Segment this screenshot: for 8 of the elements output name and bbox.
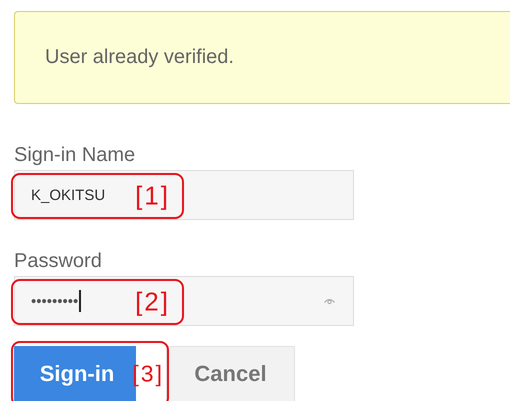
cancel-button[interactable]: Cancel — [166, 346, 295, 401]
annotation-number: [2] — [135, 286, 170, 318]
field-label: Sign-in Name — [14, 144, 136, 166]
annotation-number: [1] — [135, 180, 170, 212]
field-label: Password — [14, 250, 103, 272]
alert-message: User already verified. — [45, 46, 234, 69]
eye-icon[interactable] — [324, 298, 335, 304]
text-cursor — [79, 290, 81, 312]
